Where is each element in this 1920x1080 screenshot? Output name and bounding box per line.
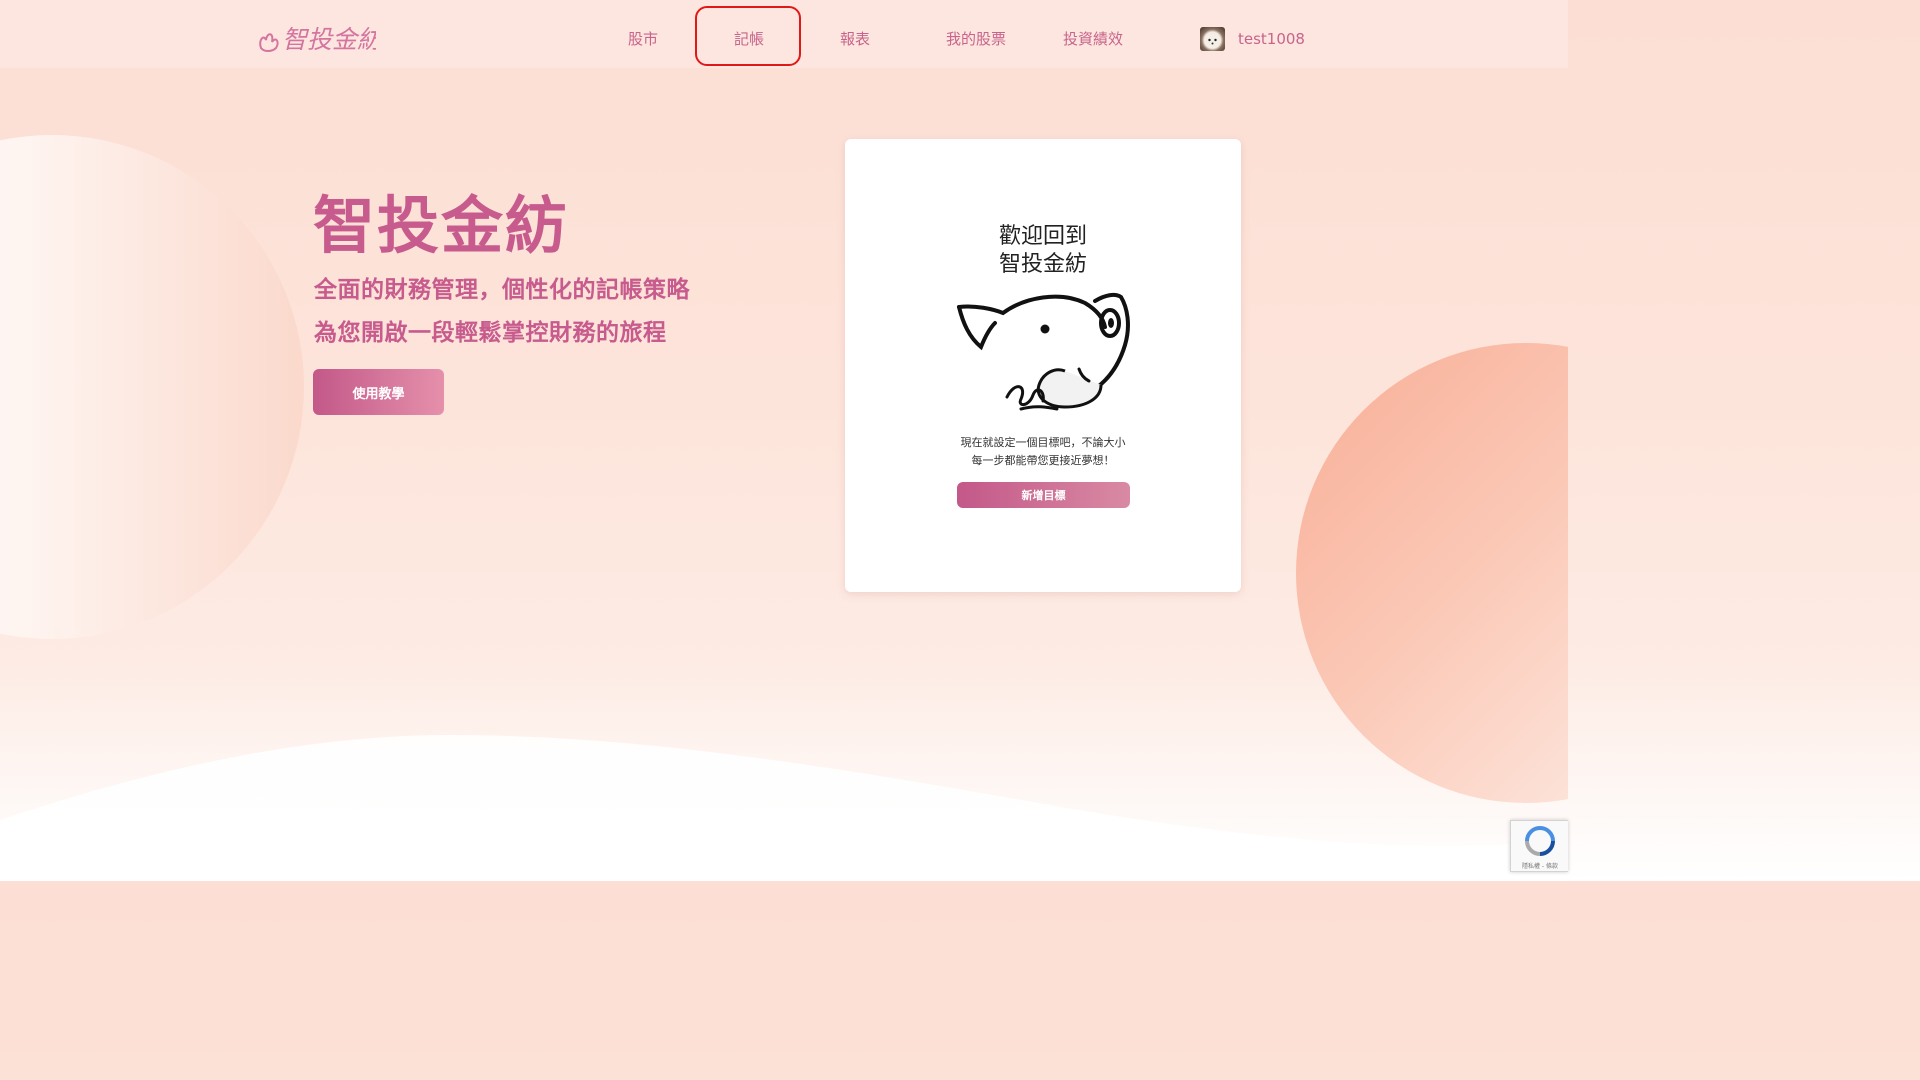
card-title-line-2: 智投金紡 <box>998 252 1087 277</box>
hero-subtitle-2: 為您開啟一段輕鬆掌控財務的旅程 <box>314 320 667 346</box>
recaptcha-icon <box>1525 826 1555 856</box>
nav-link-bookkeeping[interactable]: 記帳 <box>734 28 764 49</box>
brand-logo[interactable]: 智投金紡 <box>258 18 385 58</box>
hero-title: 智投金紡 <box>313 189 570 262</box>
welcome-card: 歡迎回到 智投金紡 現在就設定一個目標吧，不論大小 每一步都能帶您更接近夢想！ … <box>845 139 1241 592</box>
card-title-line-1: 歡迎回到 <box>998 224 1087 249</box>
background-circle-left <box>0 135 304 639</box>
background-wave <box>0 735 1568 881</box>
nav-link-investment-performance[interactable]: 投資績效 <box>1063 28 1123 49</box>
nav-link-my-stocks[interactable]: 我的股票 <box>946 28 1006 49</box>
card-text-line-1: 現在就設定一個目標吧，不論大小 <box>960 436 1126 449</box>
nav-link-stock-market[interactable]: 股市 <box>628 28 658 49</box>
logo-text: 智投金紡 <box>282 25 376 54</box>
pig-illustration-icon <box>957 292 1130 411</box>
user-avatar[interactable] <box>1200 27 1225 51</box>
username-label[interactable]: test1008 <box>1238 30 1305 48</box>
hero-subtitle-1: 全面的財務管理，個性化的記帳策略 <box>314 277 690 303</box>
top-navbar: 智投金紡 股市 記帳 報表 我的股票 投資績效 test1008 <box>0 0 1568 68</box>
add-goal-button[interactable]: 新增目標 <box>957 482 1130 508</box>
page-background <box>0 0 1568 881</box>
nav-link-reports[interactable]: 報表 <box>840 28 870 49</box>
dog-avatar-icon <box>1204 34 1221 48</box>
recaptcha-footer-text[interactable]: 隱私權 - 條款 <box>1511 861 1569 870</box>
logo-flame-icon: 智投金紡 <box>259 25 385 54</box>
card-text-line-2: 每一步都能帶您更接近夢想！ <box>971 454 1115 467</box>
tutorial-button[interactable]: 使用教學 <box>313 369 444 415</box>
recaptcha-badge[interactable]: 隱私權 - 條款 <box>1510 820 1568 872</box>
